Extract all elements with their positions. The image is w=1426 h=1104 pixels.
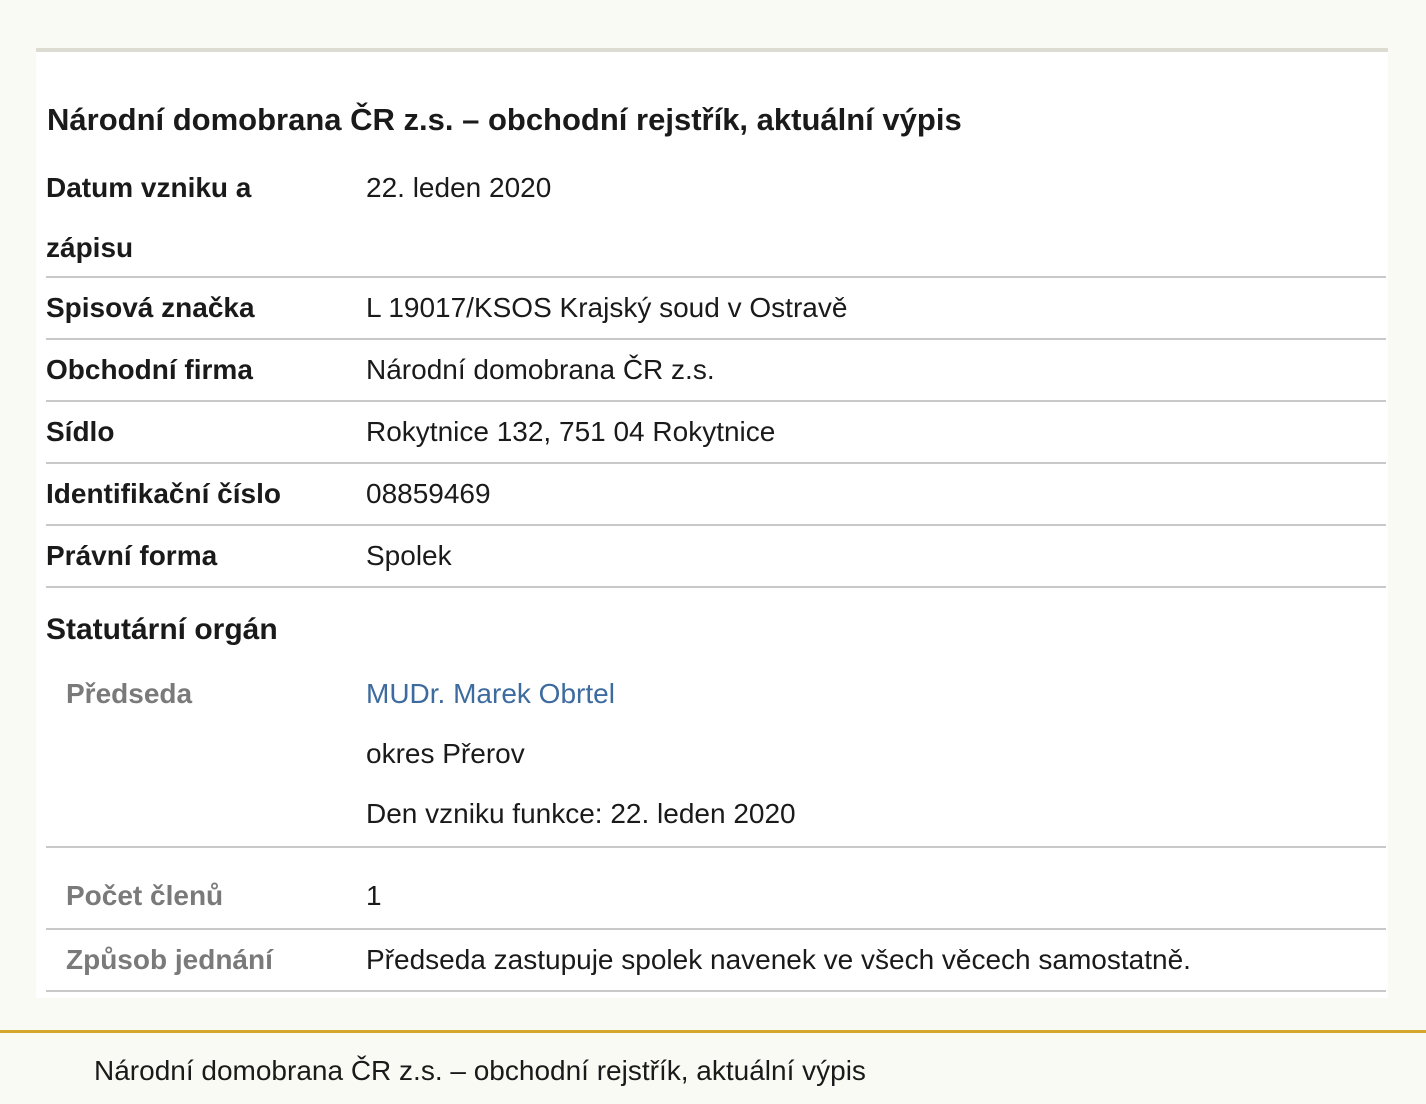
row-date-of-registration: Datum vzniku a zápisu 22. leden 2020 — [46, 158, 1386, 278]
row-label: Datum vzniku a zápisu — [46, 172, 252, 263]
row-value: Spolek — [366, 540, 452, 571]
chair-name[interactable]: MUDr. Marek Obrtel — [366, 678, 615, 709]
chair-since: Den vzniku funkce: 22. leden 2020 — [366, 798, 796, 829]
row-label: Obchodní firma — [46, 354, 253, 385]
page-title: Národní domobrana ČR z.s. – obchodní rej… — [47, 102, 962, 137]
chair-district: okres Přerov — [366, 738, 525, 769]
row-label: Předseda — [66, 678, 193, 709]
row-representation: Způsob jednání Předseda zastupuje spolek… — [46, 930, 1386, 992]
row-label: Právní forma — [46, 540, 218, 571]
row-value: Rokytnice 132, 751 04 Rokytnice — [366, 416, 776, 447]
footer-caption: Národní domobrana ČR z.s. – obchodní rej… — [94, 1055, 866, 1086]
row-legal-form: Právní forma Spolek — [46, 526, 1386, 588]
row-value: Národní domobrana ČR z.s. — [366, 354, 715, 385]
row-id-number: Identifikační číslo 08859469 — [46, 464, 1386, 526]
row-label: Spisová značka — [46, 292, 255, 323]
statutory-body-heading: Statutární orgán — [46, 613, 278, 646]
row-company-name: Obchodní firma Národní domobrana ČR z.s. — [46, 340, 1386, 402]
row-seat: Sídlo Rokytnice 132, 751 04 Rokytnice — [46, 402, 1386, 464]
row-label: Identifikační číslo — [46, 478, 281, 509]
row-chair: Předseda MUDr. Marek Obrtel okres Přerov… — [46, 664, 1386, 848]
footer: Národní domobrana ČR z.s. – obchodní rej… — [0, 1030, 1426, 1104]
chair-name-link[interactable]: MUDr. Marek Obrtel — [366, 664, 615, 724]
row-value: Předseda zastupuje spolek navenek ve vše… — [366, 944, 1191, 975]
row-value: 08859469 — [366, 478, 491, 509]
row-label: Sídlo — [46, 416, 115, 447]
row-value: 1 — [366, 880, 382, 911]
row-value: L 19017/KSOS Krajský soud v Ostravě — [366, 292, 848, 323]
row-label: Počet členů — [66, 880, 224, 911]
row-label: Způsob jednání — [66, 944, 273, 975]
row-value: 22. leden 2020 — [366, 172, 552, 203]
row-member-count: Počet členů 1 — [46, 866, 1386, 930]
row-file-number: Spisová značka L 19017/KSOS Krajský soud… — [46, 278, 1386, 340]
register-extract-card: Národní domobrana ČR z.s. – obchodní rej… — [36, 48, 1388, 998]
